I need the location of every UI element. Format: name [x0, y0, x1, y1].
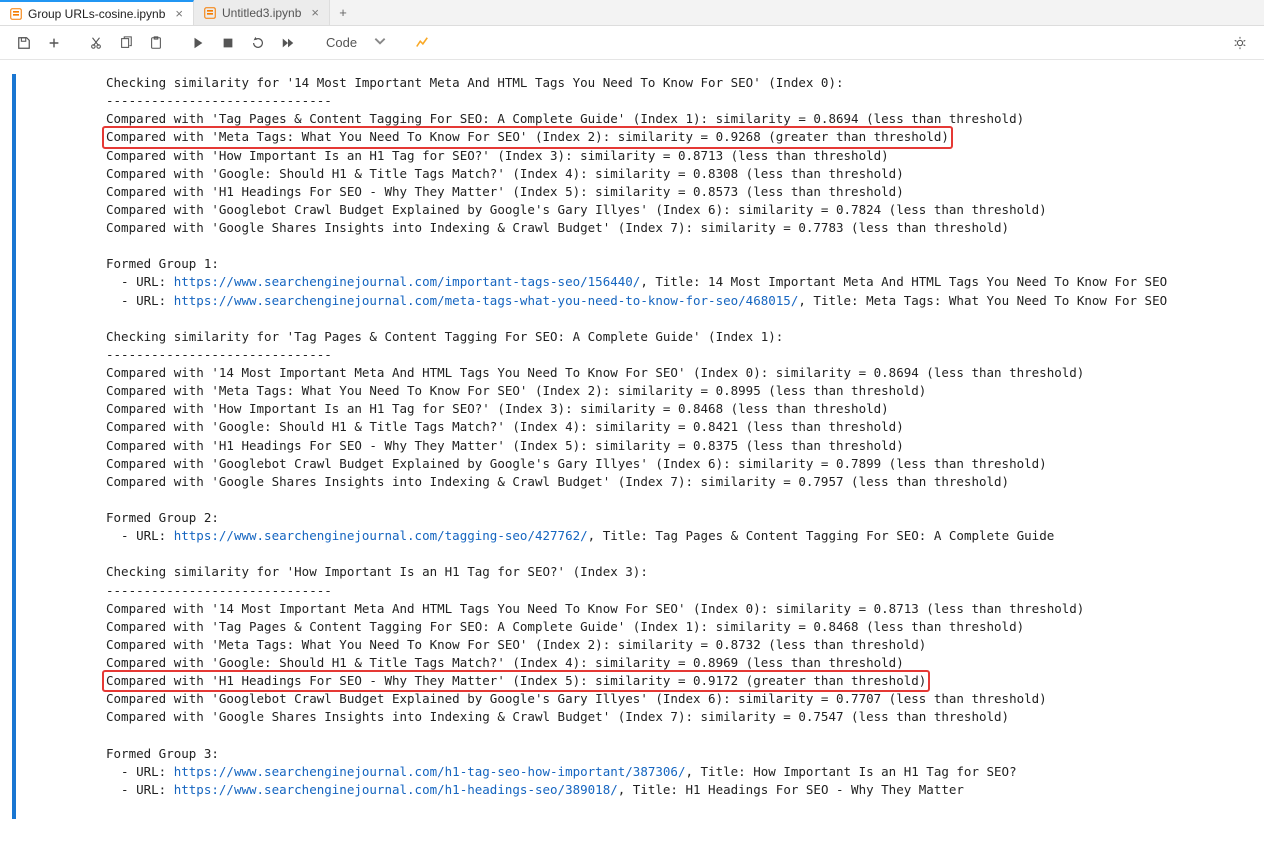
highlighted-comparison: Compared with 'H1 Headings For SEO - Why…	[102, 670, 930, 692]
cell-type-dropdown[interactable]: Code	[316, 30, 406, 56]
tab-label: Untitled3.ipynb	[222, 6, 301, 20]
chevron-down-icon	[373, 34, 387, 51]
tab-label: Group URLs-cosine.ipynb	[28, 7, 165, 21]
render-button[interactable]	[408, 30, 436, 56]
group-url-link[interactable]: https://www.searchenginejournal.com/h1-h…	[174, 782, 618, 797]
cell-gutter	[0, 74, 18, 819]
add-tab-button[interactable]: +	[330, 0, 356, 25]
notebook-icon	[10, 8, 22, 20]
run-all-button[interactable]	[274, 30, 302, 56]
tab-untitled3[interactable]: Untitled3.ipynb ×	[194, 0, 330, 25]
save-icon	[17, 36, 31, 50]
output-text: Checking similarity for '14 Most Importa…	[18, 74, 1167, 819]
restart-icon	[251, 36, 265, 50]
stop-icon	[221, 36, 235, 50]
highlighted-comparison: Compared with 'Meta Tags: What You Need …	[102, 126, 953, 148]
copy-button[interactable]	[112, 30, 140, 56]
notebook-tabbar: Group URLs-cosine.ipynb × Untitled3.ipyn…	[0, 0, 1264, 26]
paste-icon	[149, 36, 163, 50]
fast-forward-icon	[281, 36, 295, 50]
cut-button[interactable]	[82, 30, 110, 56]
bug-icon	[1233, 36, 1247, 50]
insert-cell-button[interactable]	[40, 30, 68, 56]
copy-icon	[119, 36, 133, 50]
plus-icon	[47, 36, 61, 50]
cut-icon	[89, 36, 103, 50]
run-button[interactable]	[184, 30, 212, 56]
play-icon	[191, 36, 205, 50]
restart-button[interactable]	[244, 30, 272, 56]
group-url-link[interactable]: https://www.searchenginejournal.com/impo…	[174, 274, 641, 289]
interrupt-button[interactable]	[214, 30, 242, 56]
cell-type-label: Code	[326, 35, 357, 50]
notebook-icon	[204, 7, 216, 19]
save-button[interactable]	[10, 30, 38, 56]
group-url-link[interactable]: https://www.searchenginejournal.com/tagg…	[174, 528, 588, 543]
chart-icon	[415, 36, 429, 50]
close-icon[interactable]: ×	[175, 6, 183, 21]
cell-active-indicator	[12, 74, 16, 819]
cell-output-area: Checking similarity for '14 Most Importa…	[0, 60, 1264, 819]
close-icon[interactable]: ×	[311, 5, 319, 20]
notebook-toolbar: Code	[0, 26, 1264, 60]
settings-button[interactable]	[1226, 30, 1254, 56]
paste-button[interactable]	[142, 30, 170, 56]
tab-group-urls-cosine[interactable]: Group URLs-cosine.ipynb ×	[0, 0, 194, 25]
group-url-link[interactable]: https://www.searchenginejournal.com/h1-t…	[174, 764, 686, 779]
group-url-link[interactable]: https://www.searchenginejournal.com/meta…	[174, 293, 799, 308]
